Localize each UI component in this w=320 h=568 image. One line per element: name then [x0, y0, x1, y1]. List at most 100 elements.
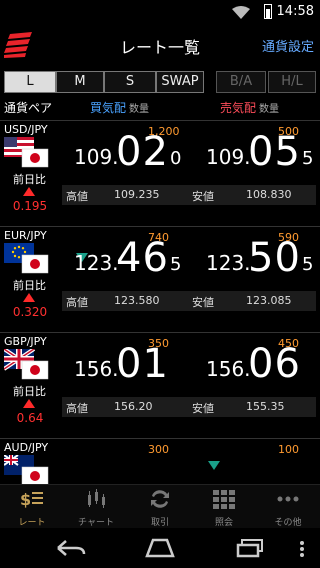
tab-bid-ask[interactable]: B/A — [216, 71, 266, 93]
nav-trade-label: 取引 — [150, 518, 169, 528]
bid-price-lead: 123. — [74, 251, 119, 275]
bid-price[interactable]: 109. 02 0 — [74, 129, 184, 175]
nav-chart-label: チャート — [78, 518, 114, 528]
day-change-label: 前日比 — [13, 385, 46, 398]
trade-icon — [151, 490, 169, 508]
rate-row-audjpy[interactable]: AUD/JPY 300 100 — [0, 438, 320, 484]
eur-jpy-flag-icon — [4, 243, 49, 274]
bid-header-label: 買気配 — [90, 101, 127, 115]
low-label: 安値 — [192, 190, 214, 203]
bid-price-tail: 0 — [170, 148, 182, 169]
nav-more-label: その他 — [274, 518, 302, 528]
bid-price[interactable]: 123. 46 5 — [74, 235, 184, 281]
column-headers: 通貨ペア 買気配 数量 売気配 数量 — [0, 98, 320, 118]
high-low-bar: 高値 156.20 安値 155.35 — [62, 397, 316, 417]
bid-column-header: 買気配 数量 — [90, 99, 149, 116]
low-label: 安値 — [192, 296, 214, 309]
wifi-icon — [232, 6, 250, 19]
pair-name: EUR/JPY — [4, 229, 47, 242]
home-icon[interactable] — [144, 538, 176, 558]
ask-price[interactable]: 123. 50 5 — [206, 235, 316, 281]
day-change-label: 前日比 — [13, 279, 46, 292]
app-header: レート一覧 通貨設定 — [0, 24, 320, 64]
nav-inquiry-label: 照会 — [214, 518, 233, 528]
ask-price-big: 06 — [248, 341, 301, 387]
pair-column-header: 通貨ペア — [4, 101, 53, 115]
rate-row-usdjpy[interactable]: USD/JPY 前日比 0.195 1,200 500 109. 02 0 10… — [0, 120, 320, 224]
change-up-arrow-icon — [23, 187, 35, 196]
nav-inquiry[interactable]: 照会 — [192, 485, 256, 529]
pair-name: GBP/JPY — [4, 335, 47, 348]
day-change-value: 0.64 — [16, 411, 44, 425]
currency-settings-button[interactable]: 通貨設定 — [262, 36, 314, 55]
bid-qty-header: 数量 — [129, 104, 150, 115]
ask-price-lead: 123. — [206, 251, 251, 275]
bid-price-lead: 156. — [74, 357, 119, 381]
bid-price[interactable]: 156. 01 — [74, 341, 184, 387]
inquiry-grid-icon — [213, 490, 235, 509]
tab-l[interactable]: L — [4, 71, 56, 93]
gbp-jpy-flag-icon — [4, 349, 49, 380]
high-low-bar: 高値 123.580 安値 123.085 — [62, 291, 316, 311]
tab-m[interactable]: M — [56, 71, 104, 93]
ask-price-lead: 109. — [206, 145, 251, 169]
nav-rate[interactable]: $ レート — [0, 485, 64, 529]
ask-price-tail: 5 — [302, 254, 314, 275]
view-tabs: L M S SWAP B/A H/L — [0, 68, 320, 98]
rate-row-eurjpy[interactable]: EUR/JPY 前日比 0.320 740 590 123. 46 5 123.… — [0, 226, 320, 330]
rate-row-gbpjpy[interactable]: GBP/JPY 前日比 0.64 350 450 156. 01 156. 06… — [0, 332, 320, 436]
high-low-bar: 高値 109.235 安値 108.830 — [62, 185, 316, 205]
bid-price-lead: 109. — [74, 145, 119, 169]
low-value: 108.830 — [246, 188, 292, 201]
svg-text:$: $ — [20, 490, 31, 509]
high-label: 高値 — [66, 402, 88, 415]
high-label: 高値 — [66, 296, 88, 309]
ask-price-tail: 5 — [302, 148, 314, 169]
chart-icon — [88, 489, 105, 508]
high-value: 109.235 — [114, 188, 160, 201]
ask-price[interactable]: 156. 06 — [206, 341, 316, 387]
system-navigation-bar — [0, 528, 320, 568]
pair-name: USD/JPY — [4, 123, 48, 136]
more-icon — [277, 496, 299, 502]
status-time: 14:58 — [276, 4, 314, 19]
low-value: 155.35 — [246, 400, 285, 413]
battery-icon — [264, 4, 272, 19]
recent-apps-icon[interactable] — [236, 538, 266, 558]
nav-chart[interactable]: チャート — [64, 485, 128, 529]
tab-s[interactable]: S — [104, 71, 156, 93]
nav-rate-label: レート — [18, 518, 46, 528]
tab-swap[interactable]: SWAP — [156, 71, 204, 93]
nav-trade[interactable]: 取引 — [128, 485, 192, 529]
day-change-value: 0.195 — [12, 199, 48, 213]
ask-column-header: 売気配 数量 — [220, 99, 279, 116]
overflow-menu-icon[interactable] — [298, 540, 306, 558]
high-value: 156.20 — [114, 400, 153, 413]
low-label: 安値 — [192, 402, 214, 415]
bottom-navigation: $ レート チャート 取引 照会 その他 — [0, 484, 320, 529]
ask-price-big: 50 — [248, 235, 301, 281]
ask-price-lead: 156. — [206, 357, 251, 381]
change-up-arrow-icon — [23, 293, 35, 302]
status-bar: 14:58 — [0, 0, 320, 24]
high-label: 高値 — [66, 190, 88, 203]
ask-qty-header: 数量 — [259, 104, 280, 115]
bid-quantity: 300 — [148, 443, 169, 456]
day-change-label: 前日比 — [13, 173, 46, 186]
low-value: 123.085 — [246, 294, 292, 307]
nav-more[interactable]: その他 — [256, 485, 320, 529]
ask-quantity: 100 — [278, 443, 299, 456]
tab-high-low[interactable]: H/L — [268, 71, 316, 93]
high-value: 123.580 — [114, 294, 160, 307]
day-change-value: 0.320 — [12, 305, 48, 319]
aud-jpy-flag-icon — [4, 455, 49, 484]
back-icon[interactable] — [56, 538, 86, 558]
bid-price-big: 02 — [116, 129, 169, 175]
ask-tick-down-icon — [208, 461, 220, 470]
ask-price-big: 05 — [248, 129, 301, 175]
pair-name: AUD/JPY — [4, 441, 49, 454]
ask-price[interactable]: 109. 05 5 — [206, 129, 316, 175]
bid-price-big: 46 — [116, 235, 169, 281]
usd-jpy-flag-icon — [4, 137, 49, 168]
bid-price-tail: 5 — [170, 254, 182, 275]
